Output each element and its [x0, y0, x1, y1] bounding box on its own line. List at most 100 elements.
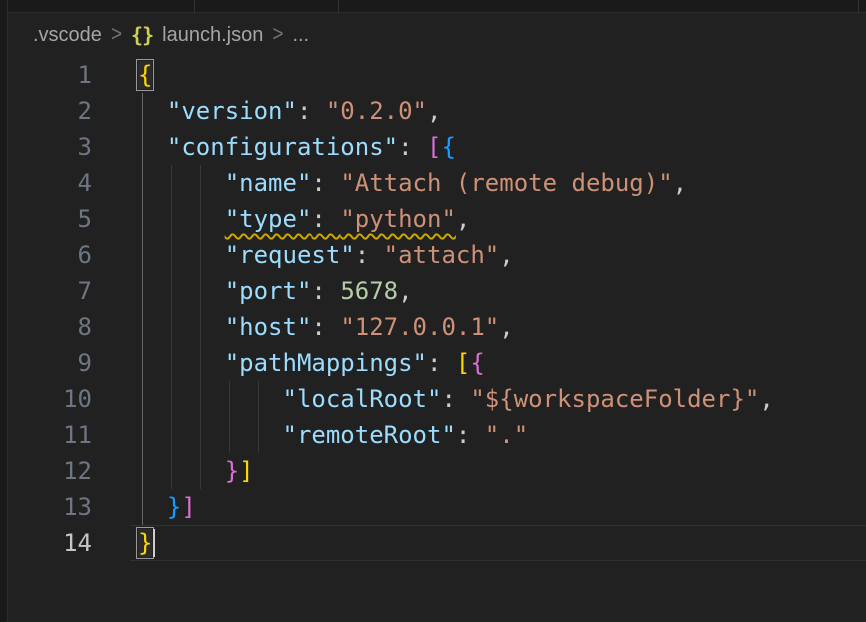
code-token: [ [427, 133, 441, 161]
code-token: ] [181, 493, 195, 521]
indent-guide [258, 417, 259, 453]
indent-guide [171, 309, 172, 345]
code-text: "port": 5678, [92, 273, 866, 309]
indent-spaces [138, 205, 225, 233]
code-text: }] [92, 489, 866, 525]
tab-divider [194, 0, 195, 12]
tab-bar[interactable] [8, 0, 866, 13]
indent-spaces [138, 457, 225, 485]
chevron-right-icon: > [111, 22, 122, 47]
code-token: "127.0.0.1" [340, 313, 499, 341]
code-line[interactable]: 13 }] [8, 489, 866, 525]
code-text: "request": "attach", [92, 237, 866, 273]
indent-spaces [138, 385, 283, 413]
line-number[interactable]: 9 [8, 345, 92, 381]
line-number[interactable]: 11 [8, 417, 92, 453]
indent-guide [171, 345, 172, 381]
code-token: "${workspaceFolder}" [470, 385, 759, 413]
bracket-guide [142, 417, 143, 453]
breadcrumb-more[interactable]: ... [292, 24, 309, 47]
code-lines[interactable]: 1{2 "version": "0.2.0",3 "configurations… [8, 57, 866, 561]
code-token: { [470, 349, 484, 377]
indent-guide [171, 237, 172, 273]
bracket-guide [142, 129, 143, 165]
code-token: "type" [225, 205, 312, 233]
code-token: "configurations" [167, 133, 398, 161]
line-number[interactable]: 10 [8, 381, 92, 417]
indent-spaces [138, 277, 225, 305]
code-token: "remoteRoot" [283, 421, 456, 449]
code-text: "configurations": [{ [92, 129, 866, 165]
code-line[interactable]: 9 "pathMappings": [{ [8, 345, 866, 381]
code-line[interactable]: 11 "remoteRoot": "." [8, 417, 866, 453]
line-number[interactable]: 8 [8, 309, 92, 345]
indent-guide [200, 417, 201, 453]
bracket-guide [142, 165, 143, 201]
code-line[interactable]: 5 "type": "python", [8, 201, 866, 237]
line-number[interactable]: 12 [8, 453, 92, 489]
code-token: , [759, 385, 773, 413]
breadcrumb: .vscode > {} launch.json > ... [8, 13, 866, 57]
bracket-guide [142, 201, 143, 237]
indent-spaces [138, 349, 225, 377]
code-token: : [297, 97, 326, 125]
code-text: "localRoot": "${workspaceFolder}", [92, 381, 866, 417]
code-text: } [92, 525, 866, 561]
indent-spaces [138, 169, 225, 197]
code-token: : [398, 133, 427, 161]
indent-guide [171, 381, 172, 417]
code-text: "host": "127.0.0.1", [92, 309, 866, 345]
indent-guide [200, 237, 201, 273]
indent-spaces [138, 241, 225, 269]
code-line[interactable]: 14} [8, 525, 866, 561]
code-line[interactable]: 4 "name": "Attach (remote debug)", [8, 165, 866, 201]
breadcrumb-file[interactable]: launch.json [162, 24, 263, 47]
code-token: 5678 [340, 277, 398, 305]
indent-guide [200, 309, 201, 345]
breadcrumb-folder[interactable]: .vscode [33, 24, 102, 47]
warning-squiggle: "type": "python" [225, 205, 456, 233]
sidebar-edge [0, 0, 8, 622]
bracket-guide [142, 237, 143, 273]
bracket-guide [142, 309, 143, 345]
indent-guide [229, 417, 230, 453]
code-token: : [427, 349, 456, 377]
matched-bracket: { [138, 61, 152, 89]
code-token: , [673, 169, 687, 197]
code-token: , [398, 277, 412, 305]
code-token: , [427, 97, 441, 125]
line-number[interactable]: 5 [8, 201, 92, 237]
code-token: "name" [225, 169, 312, 197]
code-line[interactable]: 6 "request": "attach", [8, 237, 866, 273]
vscode-editor-window: .vscode > {} launch.json > ... 1{2 "vers… [0, 0, 866, 622]
line-number[interactable]: 13 [8, 489, 92, 525]
line-number[interactable]: 14 [8, 525, 92, 561]
line-number[interactable]: 4 [8, 165, 92, 201]
line-number[interactable]: 6 [8, 237, 92, 273]
code-token: "attach" [384, 241, 500, 269]
indent-guide [200, 453, 201, 489]
bracket-guide [142, 489, 143, 525]
code-text: "name": "Attach (remote debug)", [92, 165, 866, 201]
indent-spaces [138, 313, 225, 341]
code-line[interactable]: 1{ [8, 57, 866, 93]
code-line[interactable]: 8 "host": "127.0.0.1", [8, 309, 866, 345]
line-number[interactable]: 1 [8, 57, 92, 93]
line-number[interactable]: 2 [8, 93, 92, 129]
code-token: "python" [340, 205, 456, 233]
code-token: : [311, 169, 340, 197]
code-token: "Attach (remote debug)" [340, 169, 672, 197]
code-line[interactable]: 3 "configurations": [{ [8, 129, 866, 165]
code-token: "localRoot" [283, 385, 442, 413]
indent-guide [171, 201, 172, 237]
code-line[interactable]: 10 "localRoot": "${workspaceFolder}", [8, 381, 866, 417]
code-line[interactable]: 2 "version": "0.2.0", [8, 93, 866, 129]
code-line[interactable]: 7 "port": 5678, [8, 273, 866, 309]
code-token: "version" [167, 97, 297, 125]
bracket-guide [142, 381, 143, 417]
line-number[interactable]: 7 [8, 273, 92, 309]
code-line[interactable]: 12 }] [8, 453, 866, 489]
line-number[interactable]: 3 [8, 129, 92, 165]
indent-guide [200, 273, 201, 309]
matched-bracket: } [138, 529, 152, 557]
